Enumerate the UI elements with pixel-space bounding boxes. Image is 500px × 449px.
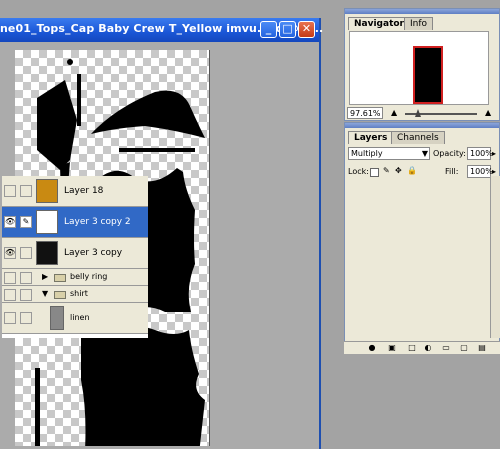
navigator-view-box[interactable]: [413, 46, 443, 104]
visibility-toggle[interactable]: [4, 185, 16, 197]
blend-mode-select[interactable]: Multiply ▼: [348, 147, 430, 160]
layer-name: linen: [70, 313, 90, 322]
tab-info[interactable]: Info: [404, 17, 434, 30]
layer-mask-icon[interactable]: □: [408, 344, 416, 352]
layer-name: belly ring: [70, 272, 108, 281]
navigator-palette: Navigator Info 97.61% ▲ ▲: [344, 8, 500, 121]
tab-channels[interactable]: Channels: [391, 131, 445, 144]
layers-toolbar: ● ▣ □ ◐ ▭ ▢ ▤: [344, 341, 500, 354]
maximize-icon[interactable]: □: [279, 21, 296, 38]
new-layer-icon[interactable]: ▢: [460, 344, 468, 352]
sleeve-piece-right: [91, 90, 205, 138]
opacity-arrow-icon[interactable]: ▸: [492, 149, 496, 159]
lock-transparent-icon[interactable]: [370, 168, 379, 177]
layer-thumbnail: [36, 241, 58, 265]
chevron-down-icon: ▼: [421, 149, 428, 158]
opacity-label: Opacity:: [433, 149, 466, 158]
link-toggle[interactable]: [20, 185, 32, 197]
layer-row[interactable]: 👁 Layer 3 copy: [2, 238, 148, 269]
opacity-field[interactable]: 100%: [467, 147, 493, 160]
lock-paint-icon[interactable]: ✎: [383, 166, 390, 176]
brush-icon[interactable]: ✎: [20, 216, 32, 228]
eye-icon[interactable]: 👁: [4, 247, 16, 259]
palette-grip[interactable]: [345, 123, 499, 128]
layer-name: Layer 18: [64, 186, 104, 196]
visibility-toggle[interactable]: [4, 312, 16, 324]
layers-scrollbar[interactable]: [490, 176, 500, 338]
expand-arrow-icon[interactable]: ▶: [42, 272, 48, 281]
layer-group-row[interactable]: ▶ belly ring: [2, 269, 148, 286]
layer-row[interactable]: Layer 18: [2, 176, 148, 207]
layers-palette: Layers Channels Multiply ▼ Opacity: 100%…: [344, 122, 500, 354]
blend-mode-value: Multiply: [351, 149, 383, 158]
link-toggle[interactable]: [20, 272, 32, 284]
layer-thumbnail: [50, 306, 64, 330]
lock-move-icon[interactable]: ✥: [395, 166, 402, 176]
zoom-in-icon[interactable]: ▲: [485, 108, 491, 118]
new-group-icon[interactable]: ▭: [442, 344, 450, 352]
tab-navigator[interactable]: Navigator: [348, 17, 410, 30]
visibility-toggle[interactable]: [4, 272, 16, 284]
lock-all-icon[interactable]: 🔒: [407, 166, 417, 176]
layer-group-row[interactable]: ▼ shirt: [2, 286, 148, 303]
link-layers-icon[interactable]: ●: [368, 344, 376, 352]
link-toggle[interactable]: [20, 247, 32, 259]
sleeve-piece-left: [37, 80, 77, 170]
eye-icon[interactable]: 👁: [4, 216, 16, 228]
layer-name: Layer 3 copy 2: [64, 217, 131, 227]
trash-icon[interactable]: ▤: [478, 344, 486, 352]
collapse-arrow-icon[interactable]: ▼: [42, 289, 48, 298]
layer-row[interactable]: linen: [2, 303, 148, 334]
palette-grip[interactable]: [345, 9, 499, 14]
layer-row[interactable]: 👁 ✎ Layer 3 copy 2: [2, 207, 148, 238]
zoom-slider-track[interactable]: [405, 113, 477, 115]
strap-piece-top: [77, 74, 81, 126]
minimize-icon[interactable]: _: [260, 21, 277, 38]
navigator-preview[interactable]: [349, 31, 489, 105]
dot-piece: [67, 59, 73, 65]
visibility-toggle[interactable]: [4, 289, 16, 301]
strap-piece-horizontal: [119, 148, 195, 152]
layer-name: Layer 3 copy: [64, 248, 123, 258]
zoom-out-icon[interactable]: ▲: [391, 108, 397, 118]
navigator-zoom-field[interactable]: 97.61%: [347, 107, 383, 119]
folder-icon: [54, 291, 66, 299]
close-icon[interactable]: ✕: [298, 21, 315, 38]
fill-label: Fill:: [445, 167, 459, 176]
layer-style-icon[interactable]: ▣: [388, 344, 396, 352]
layer-thumbnail: [36, 210, 58, 234]
fill-field[interactable]: 100%: [467, 165, 493, 178]
link-toggle[interactable]: [20, 312, 32, 324]
link-toggle[interactable]: [20, 289, 32, 301]
layer-thumbnail: [36, 179, 58, 203]
layers-list: Layer 18 👁 ✎ Layer 3 copy 2 👁 Layer 3 co…: [2, 176, 148, 338]
strap-piece-bottom: [35, 368, 40, 446]
folder-icon: [54, 274, 66, 282]
tab-layers[interactable]: Layers: [348, 131, 394, 144]
adjustment-layer-icon[interactable]: ◐: [424, 344, 432, 352]
layer-name: shirt: [70, 289, 88, 298]
lock-label: Lock:: [348, 167, 369, 176]
document-titlebar[interactable]: ne01_Tops_Cap Baby Crew T_Yellow imvu.ps…: [0, 18, 323, 42]
shirt-back-piece: [81, 326, 205, 446]
